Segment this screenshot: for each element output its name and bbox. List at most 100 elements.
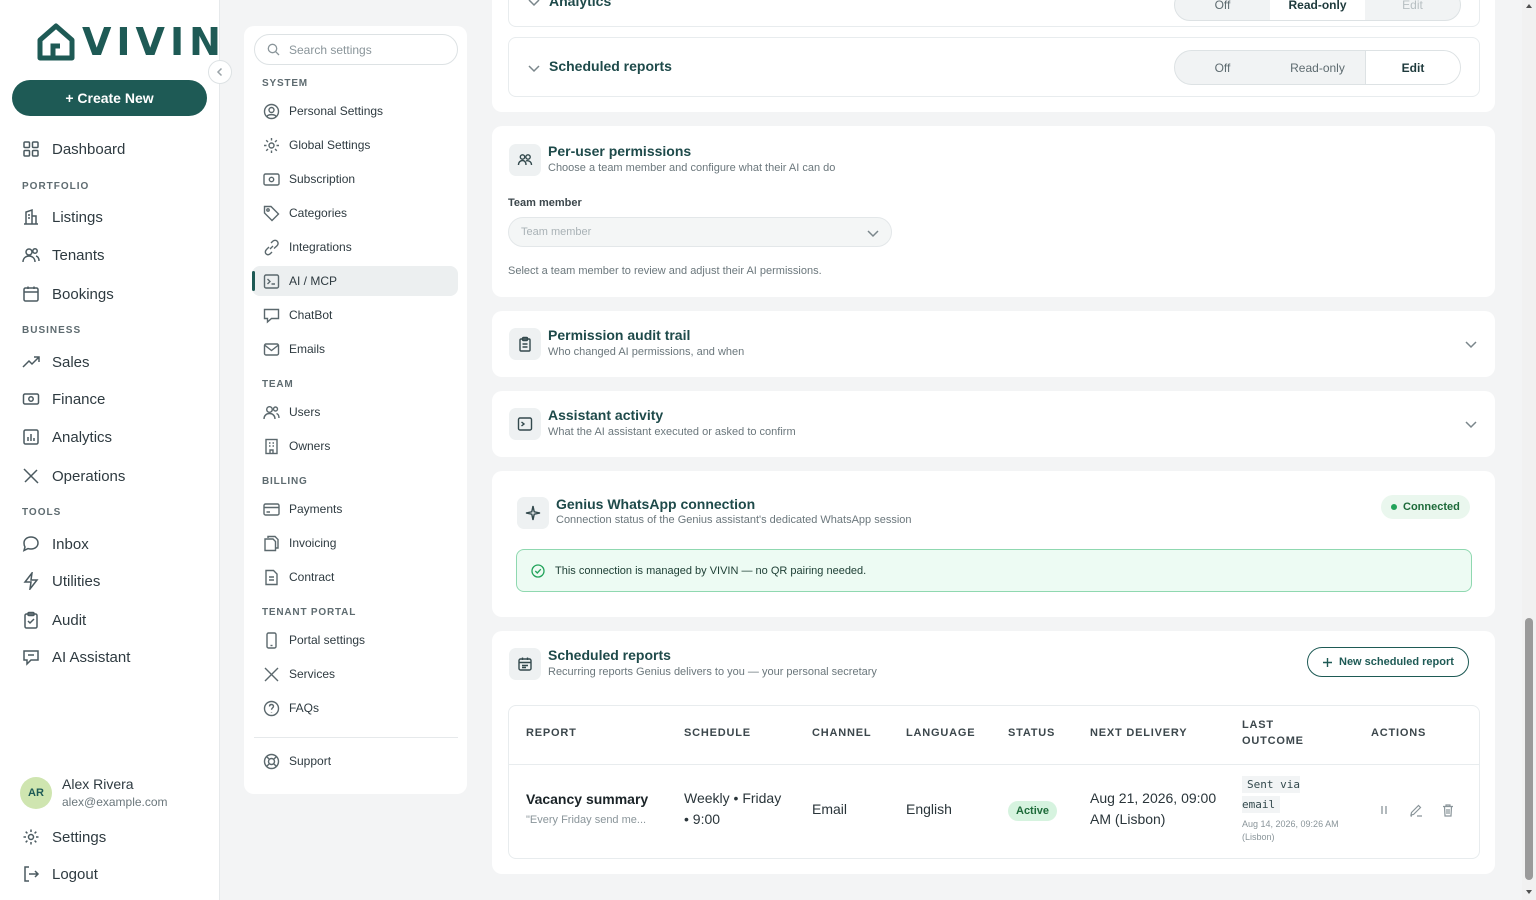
avatar: AR [20,776,52,809]
plus-icon [1323,657,1332,667]
scheduled-readonly-option[interactable]: Read-only [1270,51,1365,84]
settings-ai-mcp[interactable]: AI / MCP [252,266,458,296]
users-icon [263,405,280,419]
settings-support[interactable]: Support [252,746,458,776]
nav-operations[interactable]: Operations [22,467,125,485]
settings-search-input[interactable]: Search settings [254,34,458,65]
clipboard-check-icon [24,611,38,629]
settings-personal[interactable]: Personal Settings [252,96,458,126]
nav-logout[interactable]: Logout [22,865,98,883]
chevron-left-icon [216,67,223,77]
nav-listings[interactable]: Listings [22,208,103,226]
team-member-label: Team member [508,197,582,209]
settings-owners[interactable]: Owners [252,431,458,461]
col-actions: ACTIONS [1371,727,1427,739]
reports-title: Scheduled reports [548,647,671,663]
nav-analytics-label: Analytics [52,428,113,446]
section-billing: BILLING [262,476,308,487]
analytics-readonly-option[interactable]: Read-only [1270,0,1365,20]
gear-icon [264,137,279,153]
permission-audit-trail-card[interactable]: Permission audit trail Who changed AI pe… [492,311,1495,377]
nav-section-business: BUSINESS [22,325,82,336]
nav-tenants[interactable]: Tenants [22,246,105,264]
tag-icon [263,205,280,221]
settings-contract[interactable]: Contract [252,562,458,592]
user-profile[interactable]: AR Alex Rivera alex@example.com [20,776,168,809]
edit-icon[interactable] [1409,803,1423,817]
settings-global-label: Global Settings [289,138,371,152]
settings-integrations-label: Integrations [289,240,352,254]
nav-bookings-label: Bookings [52,285,114,303]
chat-bubble-icon [22,536,39,552]
last-outcome-text: Sent via email [1242,776,1300,813]
page-scrollbar[interactable] [1522,0,1536,900]
nav-analytics[interactable]: Analytics [22,428,112,446]
create-new-button[interactable]: + Create New [12,80,207,116]
menu-divider [254,737,458,738]
last-outcome-time: Aug 14, 2026, 09:26 AM (Lisbon) [1242,819,1339,842]
nav-bookings[interactable]: Bookings [22,285,114,303]
audit-trail-subtitle: Who changed AI permissions, and when [548,346,745,358]
nav-settings-label: Settings [52,828,107,846]
settings-categories[interactable]: Categories [252,198,458,228]
settings-subscription[interactable]: Subscription [252,164,458,194]
settings-invoicing[interactable]: Invoicing [252,528,458,558]
scheduled-access-toggle[interactable]: Off Read-only Edit [1174,50,1461,85]
nav-sales[interactable]: Sales [22,353,90,371]
trash-icon[interactable] [1441,803,1455,817]
col-last-outcome: LAST OUTCOME [1242,719,1304,747]
settings-services[interactable]: Services [252,659,458,689]
nav-settings[interactable]: Settings [22,828,106,846]
notice-text: This connection is managed by VIVIN — no… [555,564,867,577]
nav-section-tools: TOOLS [22,507,62,518]
settings-payments[interactable]: Payments [252,494,458,524]
analytics-off-option[interactable]: Off [1175,0,1270,20]
settings-chatbot[interactable]: ChatBot [252,300,458,330]
reports-table: REPORT SCHEDULE CHANNEL LANGUAGE STATUS … [508,705,1480,859]
nav-logout-label: Logout [52,865,98,883]
settings-portal[interactable]: Portal settings [252,625,458,655]
nav-utilities[interactable]: Utilities [22,572,100,590]
collapse-sidebar-button[interactable] [208,60,232,84]
chevron-down-icon[interactable] [1464,417,1478,431]
nav-inbox[interactable]: Inbox [22,535,89,553]
analytics-access-toggle[interactable]: Off Read-only Edit [1174,0,1461,21]
new-scheduled-report-button[interactable]: New scheduled report [1307,647,1469,677]
document-icon [265,569,278,585]
settings-emails[interactable]: Emails [252,334,458,364]
user-name: Alex Rivera [62,776,134,792]
logout-icon [24,866,40,882]
nav-dashboard[interactable]: Dashboard [22,140,125,158]
scheduled-off-option[interactable]: Off [1175,51,1270,84]
managed-connection-notice: This connection is managed by VIVIN — no… [516,549,1472,592]
search-icon [267,43,280,56]
scrollbar-thumb[interactable] [1525,618,1533,880]
nav-finance[interactable]: Finance [22,390,105,408]
pause-icon[interactable] [1377,803,1391,817]
settings-global[interactable]: Global Settings [252,130,458,160]
settings-faqs-label: FAQs [289,701,320,715]
scheduled-edit-option[interactable]: Edit [1365,51,1460,84]
vivin-logo[interactable]: VIVIN [36,20,226,64]
scroll-down-arrow-icon[interactable] [1525,888,1533,896]
gear-icon [23,829,39,845]
analytics-edit-option[interactable]: Edit [1365,0,1460,20]
nav-audit[interactable]: Audit [22,611,86,629]
nav-ai-assistant-label: AI Assistant [52,648,131,666]
nav-ai-assistant[interactable]: AI Assistant [22,648,130,666]
chevron-down-icon[interactable] [1464,337,1478,351]
scroll-up-arrow-icon[interactable] [1525,2,1533,10]
settings-contract-label: Contract [289,570,335,584]
settings-integrations[interactable]: Integrations [252,232,458,262]
trend-up-icon [22,356,40,368]
tools-icon [23,468,39,484]
col-schedule: SCHEDULE [684,727,751,739]
grid-icon [23,141,39,157]
team-member-select[interactable]: Team member [508,217,892,247]
sparkle-icon [525,505,541,521]
settings-users[interactable]: Users [252,397,458,427]
section-system: SYSTEM [262,78,308,89]
settings-faqs[interactable]: FAQs [252,693,458,723]
nav-operations-label: Operations [52,467,126,485]
assistant-activity-card[interactable]: Assistant activity What the AI assistant… [492,391,1495,457]
